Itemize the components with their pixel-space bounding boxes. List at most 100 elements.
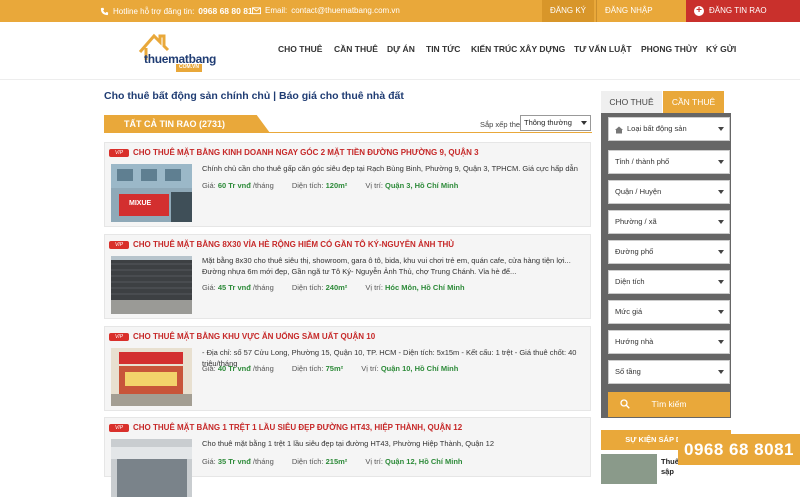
nav-cho-thue[interactable]: CHO THUÊ bbox=[278, 44, 322, 54]
floors-label: Số tầng bbox=[615, 367, 641, 376]
email-link[interactable]: contact@thuematbang.com.vn bbox=[291, 6, 400, 15]
chevron-down-icon bbox=[718, 160, 724, 164]
listing-thumbnail[interactable]: MIXUE bbox=[111, 164, 192, 222]
listing-thumbnail[interactable] bbox=[111, 439, 192, 497]
phone-icon bbox=[100, 7, 109, 15]
site-logo[interactable]: thuematbang COM.VN bbox=[136, 28, 216, 80]
district-select[interactable]: Quận / Huyện bbox=[608, 180, 730, 204]
price-label: Giá: bbox=[202, 364, 216, 373]
ward-label: Phường / xã bbox=[615, 217, 657, 226]
event-title[interactable]: Thuê sập bbox=[661, 457, 679, 477]
location-label: Vị trí: bbox=[361, 364, 379, 373]
nav-can-thue[interactable]: CẦN THUÊ bbox=[334, 44, 378, 54]
vip-badge: VIP bbox=[109, 241, 129, 249]
listing-title[interactable]: CHO THUÊ MẶT BẰNG 8X30 VỈA HÈ RỘNG HIẾM … bbox=[133, 240, 454, 249]
search-button[interactable]: Tìm kiếm bbox=[608, 392, 730, 417]
area-label: Diện tích bbox=[615, 277, 645, 286]
price-value: 45 Tr vnđ bbox=[217, 283, 251, 292]
area-select[interactable]: Diện tích bbox=[608, 270, 730, 294]
listing-item[interactable]: VIP CHO THUÊ MẶT BẰNG 1 TRỆT 1 LẦU SIÊU … bbox=[104, 417, 591, 497]
chevron-down-icon bbox=[718, 370, 724, 374]
register-button[interactable]: ĐĂNG KÝ bbox=[542, 0, 595, 22]
thumb-sign: MIXUE bbox=[129, 200, 152, 207]
district-label: Quận / Huyện bbox=[615, 187, 662, 196]
nav-ky-gui[interactable]: KÝ GỬI bbox=[706, 44, 736, 54]
sort-select[interactable]: Thông thường bbox=[520, 115, 591, 131]
listing-thumbnail[interactable] bbox=[111, 348, 192, 406]
floating-hotline[interactable]: 0968 68 8081 bbox=[678, 434, 800, 465]
price-unit: /tháng bbox=[252, 283, 274, 292]
hotline-label: Hotline hỗ trợ đăng tin: bbox=[113, 6, 195, 16]
price-label: Mức giá bbox=[615, 307, 643, 316]
location-value[interactable]: Hóc Môn, Hồ Chí Minh bbox=[385, 283, 465, 292]
area-label: Diện tích: bbox=[291, 181, 324, 190]
location-value[interactable]: Quận 3, Hồ Chí Minh bbox=[385, 181, 458, 190]
price-value: 40 Tr vnđ bbox=[217, 364, 251, 373]
header: thuematbang COM.VN CHO THUÊ CẦN THUÊ DỰ … bbox=[0, 22, 800, 80]
hotline-info: Hotline hỗ trợ đăng tin: 0968 68 80 81 bbox=[100, 6, 253, 16]
search-button-label: Tìm kiếm bbox=[651, 399, 687, 409]
location-label: Vị trí: bbox=[365, 283, 383, 292]
price-label: Giá: bbox=[202, 181, 216, 190]
listing-item[interactable]: VIP CHO THUÊ MẶT BẰNG KHU VỰC ĂN UỐNG SẦ… bbox=[104, 326, 591, 411]
property-type-select[interactable]: Loại bất động sản bbox=[608, 117, 730, 141]
chevron-down-icon bbox=[718, 220, 724, 224]
street-select[interactable]: Đường phố bbox=[608, 240, 730, 264]
price-unit: /tháng bbox=[252, 364, 274, 373]
storefront-image bbox=[111, 164, 192, 222]
price-select[interactable]: Mức giá bbox=[608, 300, 730, 324]
province-select[interactable]: Tỉnh / thành phố bbox=[608, 150, 730, 174]
listing-meta: Giá: 40 Tr vnđ /tháng Diện tích: 75m² Vị… bbox=[202, 364, 458, 373]
price-label: Giá: bbox=[202, 283, 216, 292]
warehouse-image bbox=[111, 256, 192, 314]
listing-item[interactable]: VIP CHO THUÊ MẶT BẰNG 8X30 VỈA HÈ RỘNG H… bbox=[104, 234, 591, 319]
street-label: Đường phố bbox=[615, 247, 654, 256]
listing-title[interactable]: CHO THUÊ MẶT BẰNG 1 TRỆT 1 LẦU SIÊU ĐẸP … bbox=[133, 423, 462, 432]
tab-cho-thue[interactable]: CHO THUÊ bbox=[601, 91, 662, 113]
listing-description: Cho thuê mặt bằng 1 trệt 1 lầu siêu đẹp … bbox=[202, 439, 495, 448]
event-thumbnail[interactable] bbox=[601, 454, 657, 484]
logo-sub: COM.VN bbox=[179, 64, 199, 70]
nav-phong-thuy[interactable]: PHONG THỦY bbox=[641, 44, 698, 54]
direction-select[interactable]: Hướng nhà bbox=[608, 330, 730, 354]
nav-kien-truc[interactable]: KIẾN TRÚC XÂY DỰNG bbox=[471, 44, 565, 54]
search-sidebar: CHO THUÊ CẦN THUÊ Loại bất động sản Tỉnh… bbox=[601, 91, 731, 484]
area-value: 120m² bbox=[325, 181, 348, 190]
vip-badge: VIP bbox=[109, 149, 129, 157]
tab-can-thue[interactable]: CẦN THUÊ bbox=[663, 91, 724, 113]
nav-tu-van-luat[interactable]: TƯ VẤN LUẬT bbox=[574, 44, 632, 54]
mail-icon bbox=[252, 7, 261, 15]
login-button[interactable]: ĐĂNG NHẬP bbox=[596, 0, 661, 22]
listing-item[interactable]: VIP CHO THUÊ MẶT BẰNG KINH DOANH NGAY GÓ… bbox=[104, 142, 591, 227]
property-type-value: Loại bất động sản bbox=[627, 124, 687, 133]
direction-label: Hướng nhà bbox=[615, 337, 654, 346]
post-ad-button[interactable]: + ĐĂNG TIN RAO bbox=[686, 0, 800, 22]
listing-title[interactable]: CHO THUÊ MẶT BẰNG KINH DOANH NGAY GÓC 2 … bbox=[133, 148, 479, 157]
nav-du-an[interactable]: DỰ ÁN bbox=[387, 44, 415, 54]
listing-description: Chính chủ cần cho thuê gấp căn góc siêu … bbox=[202, 164, 578, 173]
home-icon bbox=[615, 126, 623, 134]
all-listings-tab[interactable]: TẤT CẢ TIN RAO (2731) bbox=[104, 115, 270, 133]
chevron-down-icon bbox=[718, 127, 724, 131]
vip-badge: VIP bbox=[109, 424, 129, 432]
ward-select[interactable]: Phường / xã bbox=[608, 210, 730, 234]
listing-title[interactable]: CHO THUÊ MẶT BẰNG KHU VỰC ĂN UỐNG SẦM UẤ… bbox=[133, 332, 375, 341]
listing-thumbnail[interactable] bbox=[111, 256, 192, 314]
listing-meta: Giá: 45 Tr vnđ /tháng Diện tích: 240m² V… bbox=[202, 283, 465, 292]
filter-panel: Loại bất động sản Tỉnh / thành phố Quận … bbox=[601, 113, 731, 418]
shopfront-image bbox=[111, 348, 192, 406]
area-label: Diện tích: bbox=[291, 364, 324, 373]
sidebar-tabs: CHO THUÊ CẦN THUÊ bbox=[601, 91, 731, 113]
chevron-down-icon bbox=[718, 340, 724, 344]
sort-value: Thông thường bbox=[524, 118, 572, 127]
post-ad-label: ĐĂNG TIN RAO bbox=[709, 6, 767, 15]
area-value: 75m² bbox=[325, 364, 344, 373]
chevron-down-icon bbox=[718, 310, 724, 314]
nav-tin-tuc[interactable]: TIN TỨC bbox=[426, 44, 460, 54]
hotline-number[interactable]: 0968 68 80 81 bbox=[198, 6, 252, 16]
listing-meta: Giá: 60 Tr vnđ /tháng Diện tích: 120m² V… bbox=[202, 181, 458, 190]
location-label: Vị trí: bbox=[365, 181, 383, 190]
floors-select[interactable]: Số tầng bbox=[608, 360, 730, 384]
location-value[interactable]: Quận 10, Hồ Chí Minh bbox=[381, 364, 459, 373]
plus-icon: + bbox=[694, 6, 704, 16]
